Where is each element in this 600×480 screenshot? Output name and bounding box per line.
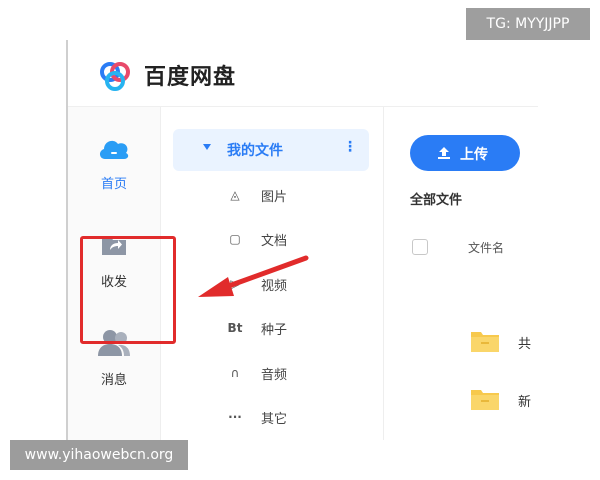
file-list-panel: 上传 全部文件 文件名 共 新 小 <box>384 107 538 440</box>
nav-label-home: 首页 <box>100 177 127 192</box>
category-label: 其它 <box>261 412 288 427</box>
file-row[interactable]: 共 <box>470 329 538 359</box>
category-other[interactable]: ··· 其它 <box>227 407 377 429</box>
folder-icon <box>471 332 499 352</box>
my-files-item[interactable]: 我的文件 ⋮ <box>173 129 369 171</box>
upload-icon <box>438 147 450 159</box>
image-icon: ◬ <box>230 188 240 202</box>
category-documents[interactable]: ▢ 文档 <box>227 229 377 251</box>
category-label: 种子 <box>261 323 288 338</box>
category-label: 图片 <box>261 190 288 205</box>
category-audio[interactable]: ∩ 音频 <box>227 363 377 385</box>
baidu-netdisk-logo-icon <box>100 62 130 91</box>
category-videos[interactable]: ▷ 视频 <box>227 274 377 296</box>
upload-label: 上传 <box>460 147 488 163</box>
category-torrents[interactable]: Bt 种子 <box>227 318 377 340</box>
file-row[interactable]: 新 <box>470 387 538 417</box>
audio-icon: ∩ <box>230 366 240 380</box>
breadcrumb-all-files[interactable]: 全部文件 <box>410 189 462 208</box>
category-label: 文档 <box>261 234 288 249</box>
highlight-box <box>80 236 176 344</box>
file-name: 新 <box>518 395 532 410</box>
site-watermark: www.yihaowebcn.org <box>10 440 188 470</box>
tg-watermark-badge: TG: MYYJJPP <box>466 8 590 40</box>
torrent-icon: Bt <box>227 321 243 335</box>
app-header: 百度网盘 <box>68 42 538 107</box>
cloud-icon <box>99 140 129 159</box>
nav-label-messages: 消息 <box>100 373 127 388</box>
more-icon: ··· <box>228 410 242 424</box>
upload-button[interactable]: 上传 <box>410 135 520 171</box>
document-icon: ▢ <box>229 232 241 246</box>
category-images[interactable]: ◬ 图片 <box>227 185 377 207</box>
select-all-checkbox[interactable] <box>412 239 428 255</box>
nav-item-home[interactable]: 首页 <box>68 135 160 192</box>
file-name: 共 <box>518 337 532 352</box>
my-files-label: 我的文件 <box>227 143 283 159</box>
expand-triangle-icon <box>203 144 211 150</box>
app-title: 百度网盘 <box>144 65 237 90</box>
folder-icon <box>471 390 499 410</box>
category-label: 视频 <box>261 279 288 294</box>
more-options-icon[interactable]: ⋮ <box>343 139 357 155</box>
category-label: 音频 <box>261 368 288 383</box>
video-icon: ▷ <box>230 277 240 291</box>
file-category-sidebar: 我的文件 ⋮ ◬ 图片 ▢ 文档 ▷ 视频 Bt 种子 ∩ 音频 ··· 其它 <box>161 107 384 440</box>
column-header-filename[interactable]: 文件名 <box>468 239 504 256</box>
